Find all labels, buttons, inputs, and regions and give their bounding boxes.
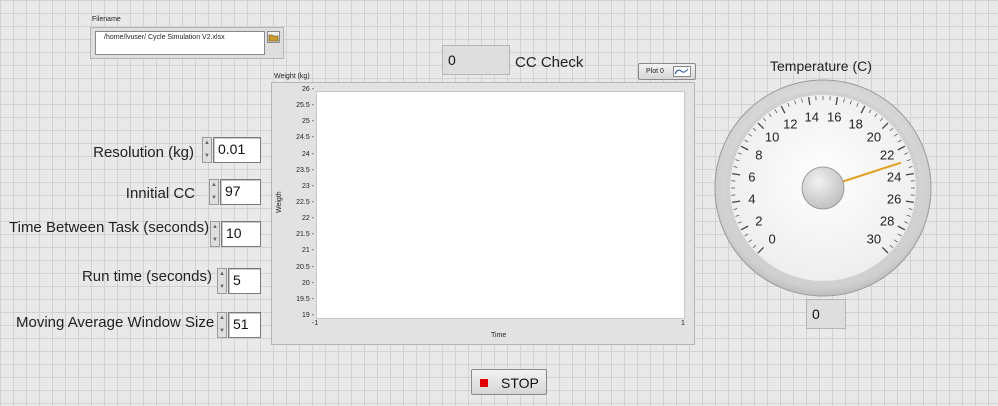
gauge-scale-label: 4	[748, 191, 756, 207]
increment-arrow-icon[interactable]: ▲	[211, 180, 217, 191]
run-time-input[interactable]: 5	[228, 268, 261, 294]
gauge-scale-label: 30	[866, 231, 882, 247]
plot-line-icon	[673, 66, 691, 77]
resolution-label: Resolution (kg)	[93, 144, 194, 161]
run-time-spinner[interactable]: ▲ ▼	[217, 268, 227, 294]
legend-label: Plot 0	[646, 68, 664, 75]
y-tick-label: 24 -	[301, 150, 314, 158]
resolution-input[interactable]: 0.01	[213, 137, 261, 163]
decrement-arrow-icon[interactable]: ▼	[211, 193, 217, 204]
gauge-scale-label: 18	[848, 116, 863, 132]
y-tick-label: 25 -	[301, 118, 314, 126]
y-tick-label: 19 -	[301, 312, 314, 319]
filename-browse-button[interactable]	[267, 31, 280, 43]
stop-square-icon	[480, 379, 488, 387]
time-between-spinner[interactable]: ▲ ▼	[210, 221, 220, 247]
gauge-scale-label: 6	[748, 169, 756, 185]
resolution-spinner[interactable]: ▲ ▼	[202, 137, 212, 163]
y-tick-label: 25.5 -	[296, 102, 314, 110]
temperature-indicator-frame: 0	[806, 299, 846, 329]
y-tick-label: 21 -	[301, 247, 314, 255]
gauge-scale-label: 22	[879, 147, 895, 163]
plot-area[interactable]	[316, 91, 685, 319]
filename-text: /home/lvuser/ Cycle Simulation V2.xlsx	[104, 34, 225, 41]
window-size-label: Moving Average Window Size	[16, 314, 215, 331]
temperature-gauge[interactable]: 0 2 4 6 8 10 12 14 16 18 20 22 24 26 28 30	[713, 78, 933, 298]
increment-arrow-icon[interactable]: ▲	[219, 313, 225, 324]
gauge-scale-label: 8	[755, 147, 763, 163]
y-tick-label: 26 -	[301, 86, 314, 93]
y-axis-label: Weigth	[276, 191, 283, 213]
chart-top-label: Weight (kg)	[274, 73, 310, 80]
gauge-scale-label: 24	[886, 169, 902, 185]
increment-arrow-icon[interactable]: ▲	[212, 222, 218, 233]
y-tick-label: 22 -	[301, 215, 314, 223]
initial-cc-input[interactable]: 97	[220, 179, 261, 205]
y-tick-label: 19.5 -	[296, 295, 314, 303]
gauge-scale-label: 2	[755, 213, 763, 229]
y-tick-label: 22.5 -	[296, 199, 314, 206]
stop-button-label: STOP	[501, 375, 539, 391]
initial-cc-spinner[interactable]: ▲ ▼	[209, 179, 219, 205]
run-time-label: Run time (seconds)	[81, 268, 212, 285]
cc-check-value: 0	[448, 52, 456, 68]
decrement-arrow-icon[interactable]: ▼	[219, 326, 225, 337]
cc-check-label: CC Check	[515, 54, 584, 71]
stop-button[interactable]: STOP	[471, 369, 547, 395]
temperature-indicator-value: 0	[812, 306, 820, 322]
window-size-spinner[interactable]: ▲ ▼	[217, 312, 227, 338]
window-size-input[interactable]: 51	[228, 312, 261, 338]
folder-icon	[268, 34, 279, 42]
gauge-scale-label: 12	[783, 116, 798, 132]
gauge-scale-labels: 0 2 4 6 8 10 12 14 16 18 20 22 24 26 28 30	[713, 78, 933, 298]
decrement-arrow-icon[interactable]: ▼	[212, 235, 218, 246]
increment-arrow-icon[interactable]: ▲	[219, 269, 225, 280]
decrement-arrow-icon[interactable]: ▼	[219, 282, 225, 293]
gauge-scale-label: 26	[886, 191, 902, 207]
y-tick-label: 24.5 -	[296, 134, 314, 142]
temperature-title: Temperature (C)	[770, 58, 872, 74]
y-tick-label: 20.5 -	[296, 263, 314, 271]
x-tick-max: 1	[681, 320, 685, 327]
time-between-input[interactable]: 10	[221, 221, 261, 247]
y-tick-label: 23.5 -	[296, 166, 314, 174]
x-tick-min: -1	[312, 320, 319, 327]
waveform-chart: 26 - 25.5 - 25 - 24.5 - 24 - 23.5 - 23 - 22.5 -…	[271, 82, 695, 345]
increment-arrow-icon[interactable]: ▲	[204, 138, 210, 149]
gauge-scale-label: 16	[827, 109, 842, 125]
gauge-scale-label: 14	[804, 109, 819, 125]
cc-check-indicator-frame: 0	[442, 45, 510, 75]
time-between-label: Time Between Task (seconds)	[9, 219, 210, 236]
gauge-scale-label: 0	[768, 231, 776, 247]
filename-path-control: /home/lvuser/ Cycle Simulation V2.xlsx	[90, 27, 284, 59]
y-tick-label: 21.5 -	[296, 231, 314, 239]
filename-input[interactable]: /home/lvuser/ Cycle Simulation V2.xlsx	[95, 31, 265, 55]
filename-label: Filename	[92, 16, 121, 23]
decrement-arrow-icon[interactable]: ▼	[204, 151, 210, 162]
x-axis-label: Time	[491, 332, 507, 339]
y-tick-label: 23 -	[301, 182, 314, 190]
plot-legend[interactable]: Plot 0	[638, 63, 696, 80]
gauge-scale-label: 28	[879, 213, 895, 229]
gauge-scale-label: 10	[764, 129, 780, 145]
initial-cc-label: Innitial CC	[125, 185, 195, 202]
gauge-scale-label: 20	[866, 129, 882, 145]
y-tick-label: 20 -	[301, 279, 314, 287]
